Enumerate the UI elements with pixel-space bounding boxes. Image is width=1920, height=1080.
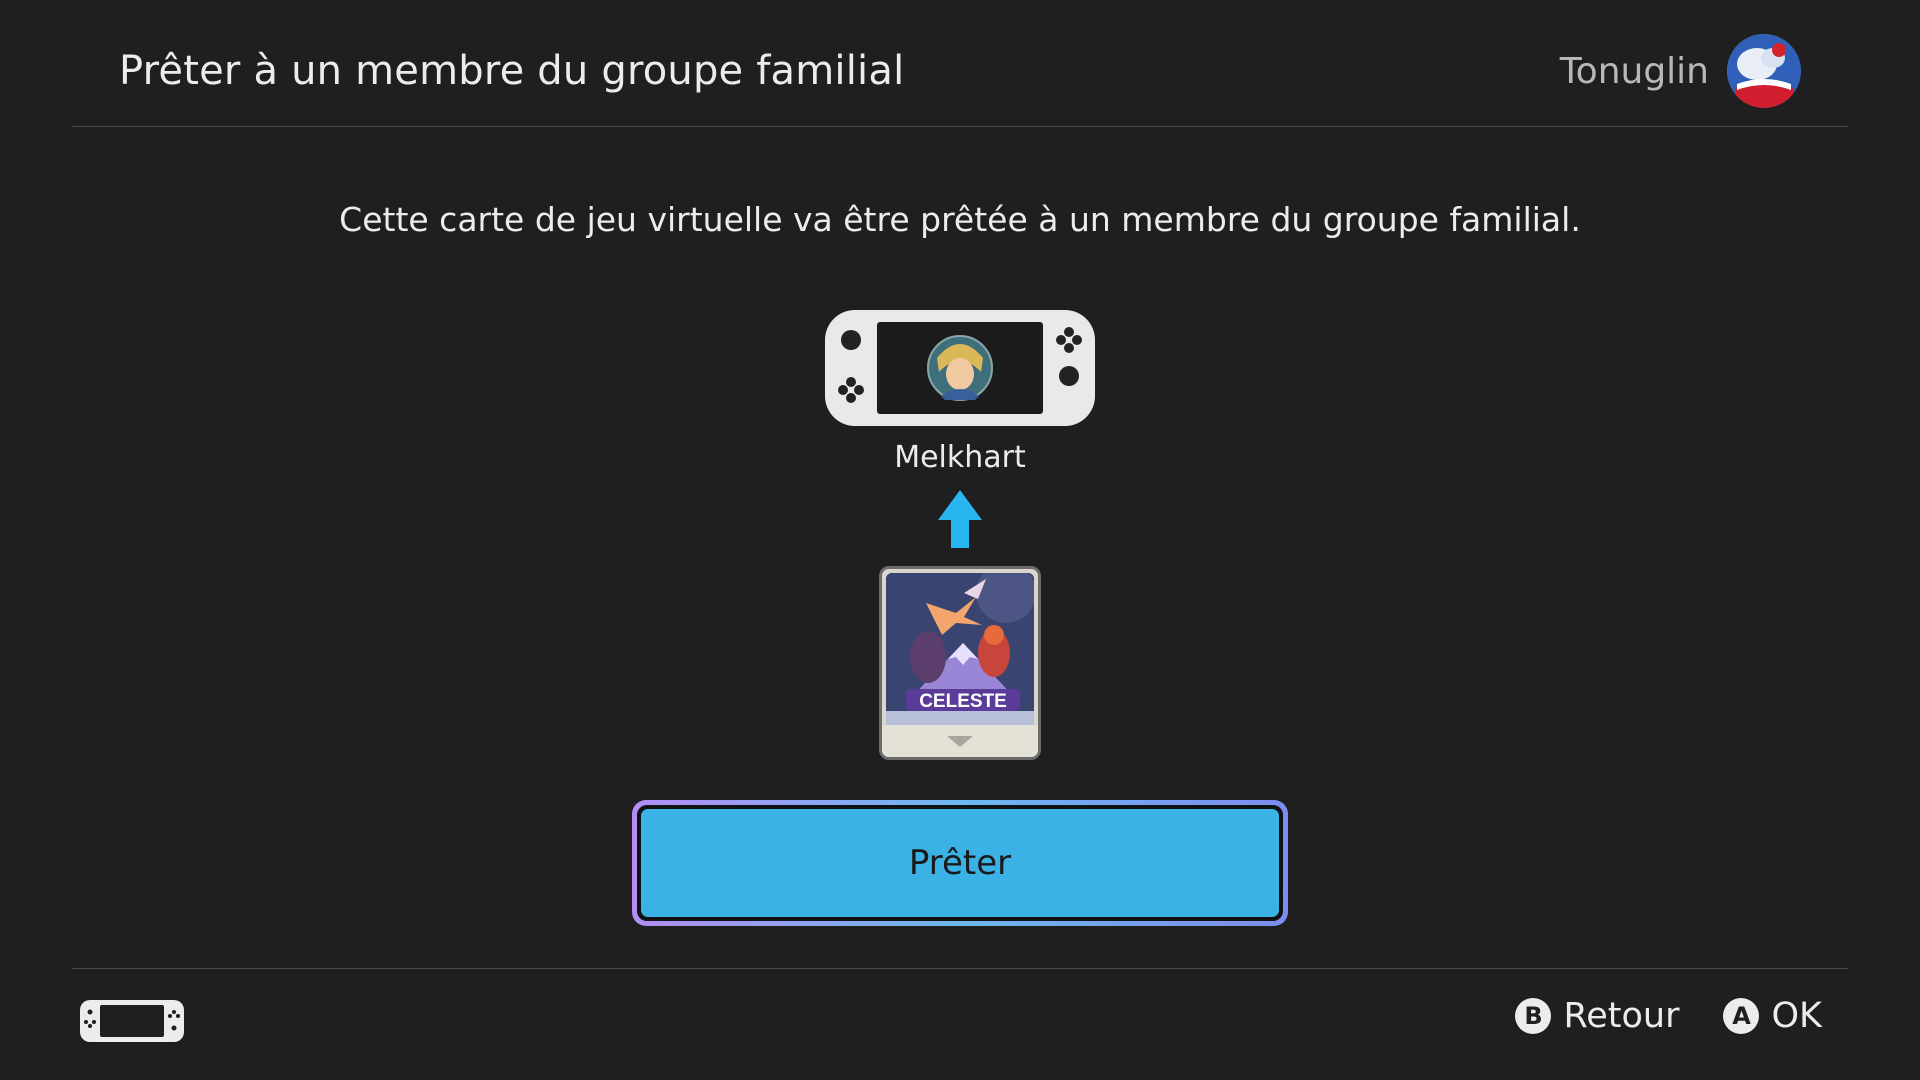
game-card-footer <box>882 725 1038 757</box>
lend-button-label: Prêter <box>908 843 1012 883</box>
lend-message: Cette carte de jeu virtuelle va être prê… <box>339 200 1581 239</box>
back-action[interactable]: B Retour <box>1515 996 1679 1036</box>
game-card-title: CELESTE <box>919 691 1007 712</box>
header-divider <box>72 126 1848 127</box>
chevron-down-icon <box>947 735 973 747</box>
game-card-art: CELESTE <box>886 573 1034 725</box>
b-button-icon: B <box>1515 998 1552 1034</box>
game-card: CELESTE <box>879 566 1041 760</box>
lend-button[interactable]: Prêter <box>632 800 1288 926</box>
arrow-up-icon <box>938 490 982 548</box>
back-action-label: Retour <box>1563 996 1680 1036</box>
handheld-mode-icon <box>80 1000 184 1042</box>
user-profile: Tonuglin <box>1560 34 1801 108</box>
user-avatar-image <box>1727 34 1801 108</box>
user-avatar <box>1727 34 1801 108</box>
lend-button-face: Prêter <box>641 809 1279 917</box>
recipient-name: Melkhart <box>894 440 1026 475</box>
ok-action[interactable]: A OK <box>1723 996 1822 1036</box>
ok-action-label: OK <box>1771 996 1822 1036</box>
page-title: Prêter à un membre du groupe familial <box>119 48 905 94</box>
lend-screen: Prêter à un membre du groupe familial To… <box>0 0 1920 1080</box>
console-illustration <box>825 310 1095 426</box>
celeste-cover-art: CELESTE <box>886 573 1034 725</box>
switch-console-icon <box>825 310 1095 426</box>
footer-actions: B Retour A OK <box>1515 996 1822 1036</box>
footer-divider <box>72 968 1848 969</box>
user-name: Tonuglin <box>1559 50 1709 92</box>
lend-button-focus-border: Prêter <box>637 805 1283 921</box>
a-button-icon: A <box>1723 998 1760 1034</box>
